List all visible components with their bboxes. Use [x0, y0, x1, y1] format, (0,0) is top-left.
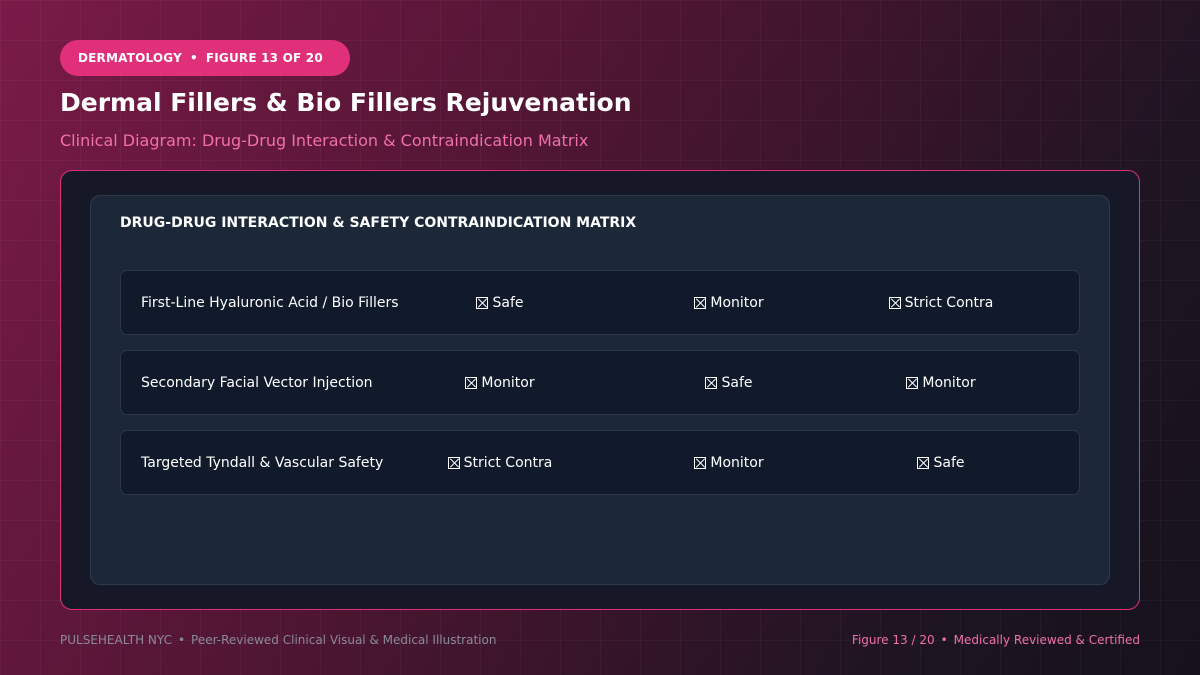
matrix-row: First-Line Hyaluronic Acid / Bio Fillers…: [120, 270, 1080, 335]
checkbox-cross-icon: [705, 376, 718, 389]
checkbox-cross-icon: [694, 456, 707, 469]
matrix-cell: Strict Contra: [410, 431, 590, 494]
footer-status: Figure 13 / 20 • Medically Reviewed & Cert…: [852, 633, 1140, 647]
checkbox-cross-icon: [694, 296, 707, 309]
cell-status: Monitor: [481, 374, 535, 391]
checkbox-cross-icon: [476, 296, 489, 309]
cell-status: Strict Contra: [904, 294, 994, 311]
cell-status: Monitor: [710, 454, 764, 471]
matrix-cell: Strict Contra: [851, 271, 1031, 334]
matrix-title: DRUG-DRUG INTERACTION & SAFETY CONTRAIND…: [120, 215, 637, 231]
checkbox-cross-icon: [917, 456, 930, 469]
figure-counter: Figure 13 / 20: [851, 633, 935, 647]
footer-credit: PULSEHEALTH NYC • Peer-Reviewed Clinical V…: [60, 633, 496, 647]
row-label: Secondary Facial Vector Injection: [141, 374, 373, 391]
category-badge: DERMATOLOGY • FIGURE 13 OF 20: [60, 40, 350, 76]
matrix-cell: Safe: [851, 431, 1031, 494]
row-label: Targeted Tyndall & Vascular Safety: [141, 454, 384, 471]
cell-status: Monitor: [922, 374, 976, 391]
review-status: Medically Reviewed & Certified: [953, 633, 1140, 647]
separator-dot: •: [940, 633, 948, 647]
cell-status: Safe: [721, 374, 753, 391]
cell-status: Monitor: [710, 294, 764, 311]
footer-brand: PULSEHEALTH NYC: [60, 633, 172, 647]
category-label: DERMATOLOGY: [78, 51, 182, 65]
checkbox-cross-icon: [465, 376, 478, 389]
separator-dot: •: [177, 633, 186, 647]
matrix-cell: Safe: [639, 351, 819, 414]
matrix-cell: Monitor: [639, 431, 819, 494]
figure-tag: FIGURE 13 OF 20: [205, 51, 323, 65]
row-label: First-Line Hyaluronic Acid / Bio Fillers: [141, 294, 399, 311]
checkbox-cross-icon: [906, 376, 919, 389]
checkbox-cross-icon: [447, 456, 460, 469]
checkbox-cross-icon: [888, 296, 901, 309]
footer-description: Peer-Reviewed Clinical Visual & Medical …: [191, 633, 497, 647]
page-subtitle: Clinical Diagram: Drug-Drug Interaction …: [60, 131, 589, 150]
matrix-row: Secondary Facial Vector Injection Monito…: [120, 350, 1080, 415]
page-title: Dermal Fillers & Bio Fillers Rejuvenatio…: [60, 88, 632, 117]
matrix-cell: Monitor: [851, 351, 1031, 414]
cell-status: Strict Contra: [463, 454, 553, 471]
matrix-cell: Monitor: [410, 351, 590, 414]
matrix-cell: Monitor: [639, 271, 819, 334]
matrix-cell: Safe: [410, 271, 590, 334]
cell-status: Safe: [933, 454, 965, 471]
cell-status: Safe: [492, 294, 524, 311]
separator-dot: •: [189, 51, 198, 65]
matrix-row: Targeted Tyndall & Vascular Safety Stric…: [120, 430, 1080, 495]
